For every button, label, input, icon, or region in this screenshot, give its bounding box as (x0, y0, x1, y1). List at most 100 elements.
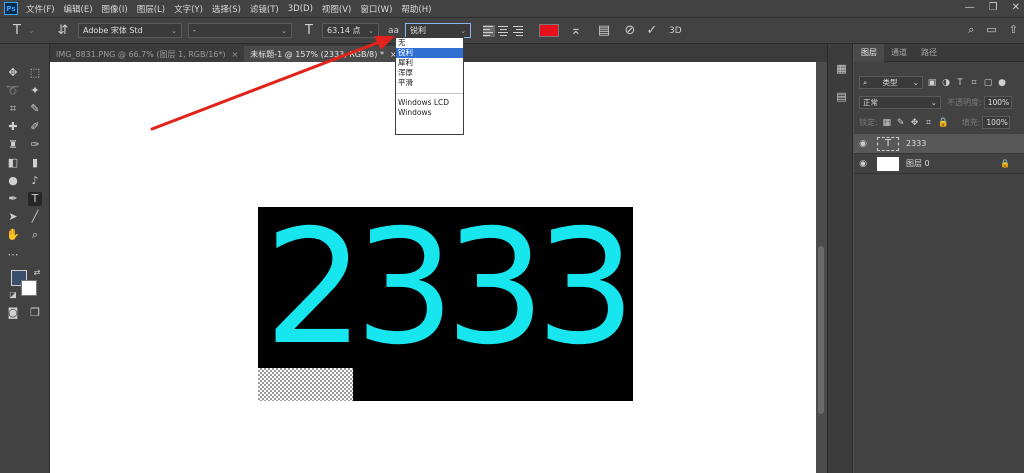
restore-icon[interactable]: ❐ (989, 2, 998, 13)
align-right-button[interactable] (513, 25, 525, 37)
share-icon[interactable]: ⇧ (1009, 23, 1018, 37)
menu-select[interactable]: 选择(S) (212, 3, 241, 15)
menu-window[interactable]: 窗口(W) (360, 3, 392, 15)
menu-file[interactable]: 文件(F) (26, 3, 55, 15)
dropdown-item-none[interactable]: 无 (396, 38, 463, 48)
menu-layer[interactable]: 图层(L) (137, 3, 165, 15)
marquee-tool-icon[interactable]: ⬚ (28, 66, 42, 80)
tab-paths[interactable]: 路径 (914, 44, 944, 62)
dropdown-item-windows-lcd[interactable]: Windows LCD (396, 98, 463, 108)
tool-preset-caret-icon[interactable]: ⌄ (28, 26, 48, 35)
blend-mode-select[interactable]: 正常 ⌄ (859, 96, 941, 109)
text-color-swatch[interactable] (539, 24, 559, 37)
shape-filter-icon[interactable]: ⌗ (969, 78, 979, 88)
screen-mode-icon[interactable]: ❐ (28, 306, 42, 320)
adjustment-filter-icon[interactable]: ◑ (941, 78, 951, 88)
properties-panel-icon[interactable]: ▤ (835, 90, 848, 103)
hand-tool-icon[interactable]: ✋ (6, 228, 20, 242)
gradient-tool-icon[interactable]: ▮ (28, 156, 42, 170)
dropdown-item-windows[interactable]: Windows (396, 108, 463, 118)
healing-brush-icon[interactable]: ✚ (6, 120, 20, 134)
layer-row-text[interactable]: ◉ T 2333 (854, 134, 1024, 154)
zoom-tool-icon[interactable]: ⌕ (28, 228, 42, 242)
type-tool-icon[interactable]: T (6, 23, 28, 38)
menu-help[interactable]: 帮助(H) (401, 3, 431, 15)
quick-mask-icon[interactable]: ◙ (6, 306, 20, 320)
visibility-eye-icon[interactable]: ◉ (854, 139, 872, 149)
type-tool-icon[interactable]: T (28, 192, 42, 206)
visibility-eye-icon[interactable]: ◉ (854, 159, 872, 169)
window-controls: — ❐ ✕ (965, 2, 1020, 13)
font-style-select[interactable]: - ⌄ (188, 23, 292, 38)
canvas-text-layer[interactable]: 2333 (264, 209, 636, 367)
scrollbar-thumb[interactable] (818, 246, 824, 414)
lasso-tool-icon[interactable]: ➰ (6, 84, 20, 98)
tab-img-8831[interactable]: IMG_8831.PNG @ 66.7% (图层 1, RGB/16*) × (50, 46, 244, 62)
swap-colors-icon[interactable]: ⇄ (30, 266, 44, 280)
layer-filter-select[interactable]: ⌕ 类型 ⌄ (859, 76, 923, 89)
lock-position-icon[interactable]: ✥ (910, 118, 920, 128)
lock-paint-icon[interactable]: ✎ (896, 118, 906, 128)
layer-name[interactable]: 图层 0 (906, 158, 930, 169)
search-icon[interactable]: ⌕ (968, 23, 974, 37)
magic-wand-icon[interactable]: ✦ (28, 84, 42, 98)
tab-untitled-1[interactable]: 未标题-1 @ 157% (2333, RGB/8) * × (244, 46, 403, 62)
line-tool-icon[interactable]: ╱ (28, 210, 42, 224)
align-left-button[interactable] (483, 24, 495, 37)
menu-image[interactable]: 图像(I) (102, 3, 128, 15)
opacity-field[interactable]: 100% (983, 96, 1012, 109)
workspace-icon[interactable]: ▭ (986, 23, 996, 37)
smart-object-filter-icon[interactable]: ▢ (983, 78, 993, 88)
font-family-select[interactable]: Adobe 宋体 Std ⌄ (78, 23, 182, 38)
clone-stamp-icon[interactable]: ♜ (6, 138, 20, 152)
type-filter-icon[interactable]: T (955, 78, 965, 88)
default-colors-icon[interactable]: ◪ (6, 288, 20, 302)
menu-filter[interactable]: 滤镜(T) (250, 3, 279, 15)
blur-tool-icon[interactable]: ● (6, 174, 20, 188)
move-tool-icon[interactable]: ✥ (6, 66, 20, 80)
menu-view[interactable]: 视图(V) (322, 3, 351, 15)
tab-layers[interactable]: 图层 (854, 43, 884, 62)
minimize-icon[interactable]: — (965, 2, 975, 13)
fill-field[interactable]: 100% (982, 116, 1011, 129)
menu-3d[interactable]: 3D(D) (288, 4, 313, 14)
history-panel-icon[interactable]: ▦ (835, 62, 848, 75)
layer-row-0[interactable]: ◉ 图层 0 🔒 (854, 154, 1024, 174)
align-center-button[interactable] (498, 25, 510, 37)
document-canvas[interactable]: 2333 (258, 207, 636, 401)
more-tools-icon[interactable]: ⋯ (6, 248, 20, 262)
history-brush-icon[interactable]: ✑ (28, 138, 42, 152)
eyedropper-icon[interactable]: ✎ (28, 102, 42, 116)
dropdown-item-strong[interactable]: 浑厚 (396, 68, 463, 78)
menu-edit[interactable]: 编辑(E) (64, 3, 93, 15)
commit-check-icon[interactable]: ✓ (641, 23, 663, 38)
cancel-icon[interactable]: ⊘ (619, 23, 641, 38)
path-selection-icon[interactable]: ➤ (6, 210, 20, 224)
antialias-select[interactable]: 锐利 ⌄ (405, 23, 471, 38)
pen-tool-icon[interactable]: ✒ (6, 192, 20, 206)
brush-tool-icon[interactable]: ✐ (28, 120, 42, 134)
lock-pixels-icon[interactable]: ▦ (882, 118, 892, 128)
toggle-orientation-icon[interactable]: ⇵ (52, 23, 74, 38)
pixel-filter-icon[interactable]: ▣ (927, 78, 937, 88)
eraser-icon[interactable]: ◧ (6, 156, 20, 170)
font-size-select[interactable]: 63.14 点 ⌄ (322, 23, 379, 38)
3d-button[interactable]: 3D (669, 26, 682, 36)
dropdown-item-sharp[interactable]: 锐利 (396, 48, 463, 58)
menu-type[interactable]: 文字(Y) (174, 3, 203, 15)
filter-toggle-icon[interactable]: ● (997, 78, 1007, 88)
layer-name[interactable]: 2333 (906, 139, 926, 148)
lock-artboard-icon[interactable]: ⌗ (924, 118, 934, 128)
dropdown-item-crisp[interactable]: 犀利 (396, 58, 463, 68)
tab-channels[interactable]: 通道 (884, 44, 914, 62)
crop-tool-icon[interactable]: ⌗ (6, 102, 20, 116)
dropdown-item-smooth[interactable]: 平滑 (396, 78, 463, 88)
dodge-tool-icon[interactable]: ♪ (28, 174, 42, 188)
close-icon[interactable]: × (232, 50, 239, 59)
character-panel-icon[interactable]: ▤ (593, 23, 615, 38)
lock-all-icon[interactable]: 🔒 (938, 118, 949, 128)
background-color-swatch[interactable] (21, 280, 37, 296)
close-icon[interactable]: ✕ (1012, 2, 1020, 13)
text-layer-thumbnail: T (877, 136, 899, 151)
warp-text-icon[interactable]: ⌅ (565, 23, 587, 38)
